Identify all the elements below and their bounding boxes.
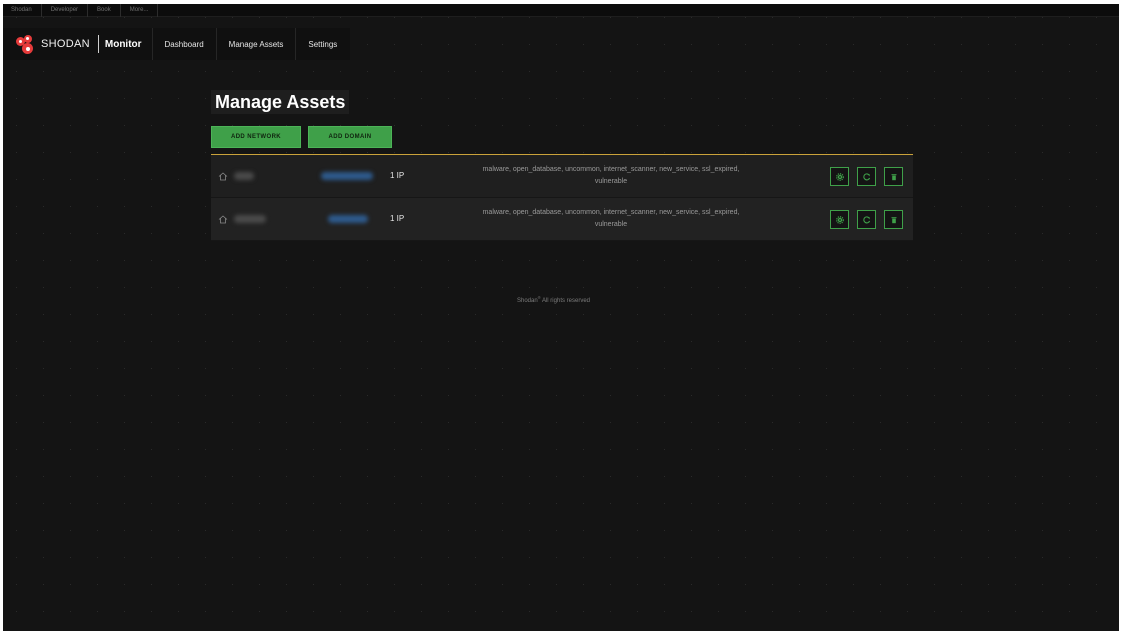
refresh-icon (862, 172, 870, 180)
topbar-link-developer[interactable]: Developer (42, 4, 89, 17)
asset-tags-line: malware, open_database, uncommon, intern… (482, 209, 740, 216)
asset-actions (830, 167, 903, 186)
asset-network-link[interactable] (321, 172, 373, 180)
asset-tags-line: vulnerable (594, 221, 628, 228)
nav-settings[interactable]: Settings (295, 28, 349, 60)
footer-brand: Shodan (517, 298, 538, 304)
asset-name[interactable] (234, 172, 254, 180)
home-icon (218, 172, 228, 181)
footer-copyright: Shodan® All rights reserved (517, 295, 590, 304)
refresh-button[interactable] (857, 210, 876, 229)
topbar-link-shodan[interactable]: Shodan (3, 4, 42, 17)
delete-button[interactable] (884, 210, 903, 229)
add-domain-button[interactable]: ADD DOMAIN (308, 126, 392, 148)
trash-icon (891, 173, 896, 180)
add-network-button[interactable]: ADD NETWORK (211, 126, 301, 148)
refresh-button[interactable] (857, 167, 876, 186)
nav-dashboard[interactable]: Dashboard (151, 28, 216, 60)
footer-text: All rights reserved (540, 298, 590, 304)
top-links-bar: Shodan Developer Book More... (3, 4, 1119, 17)
settings-button[interactable] (830, 167, 849, 186)
page-title: Manage Assets (211, 90, 350, 114)
asset-ip-count: 1 IP (390, 214, 405, 223)
topbar-link-book[interactable]: Book (88, 4, 121, 17)
asset-tags: malware, open_database, uncommon, intern… (437, 207, 785, 231)
asset-ip-count: 1 IP (390, 171, 405, 180)
asset-row: 1 IP malware, open_database, uncommon, i… (211, 198, 913, 241)
brand-link[interactable]: SHODAN Monitor (3, 28, 152, 60)
asset-network-link[interactable] (328, 215, 368, 223)
home-icon (218, 215, 228, 224)
app-frame: Shodan Developer Book More... SHODAN Mon… (3, 4, 1119, 631)
gear-icon (835, 215, 844, 224)
brand-divider (97, 35, 99, 53)
brand-name: SHODAN (41, 38, 90, 50)
brand-product: Monitor (104, 38, 142, 50)
shodan-logo-icon (15, 34, 35, 54)
asset-tags-line: malware, open_database, uncommon, intern… (482, 166, 740, 173)
gear-icon (835, 172, 844, 181)
asset-actions (830, 210, 903, 229)
delete-button[interactable] (884, 167, 903, 186)
nav-manage-assets[interactable]: Manage Assets (215, 28, 296, 60)
settings-button[interactable] (830, 210, 849, 229)
trash-icon (891, 216, 896, 223)
asset-tags: malware, open_database, uncommon, intern… (437, 164, 785, 188)
asset-name[interactable] (234, 215, 266, 223)
topbar-link-more[interactable]: More... (121, 4, 159, 17)
assets-table: 1 IP malware, open_database, uncommon, i… (211, 154, 913, 241)
asset-row: 1 IP malware, open_database, uncommon, i… (211, 155, 913, 198)
refresh-icon (862, 215, 870, 223)
main-navbar: SHODAN Monitor Dashboard Manage Assets S… (3, 28, 350, 60)
asset-tags-line: vulnerable (594, 178, 628, 185)
